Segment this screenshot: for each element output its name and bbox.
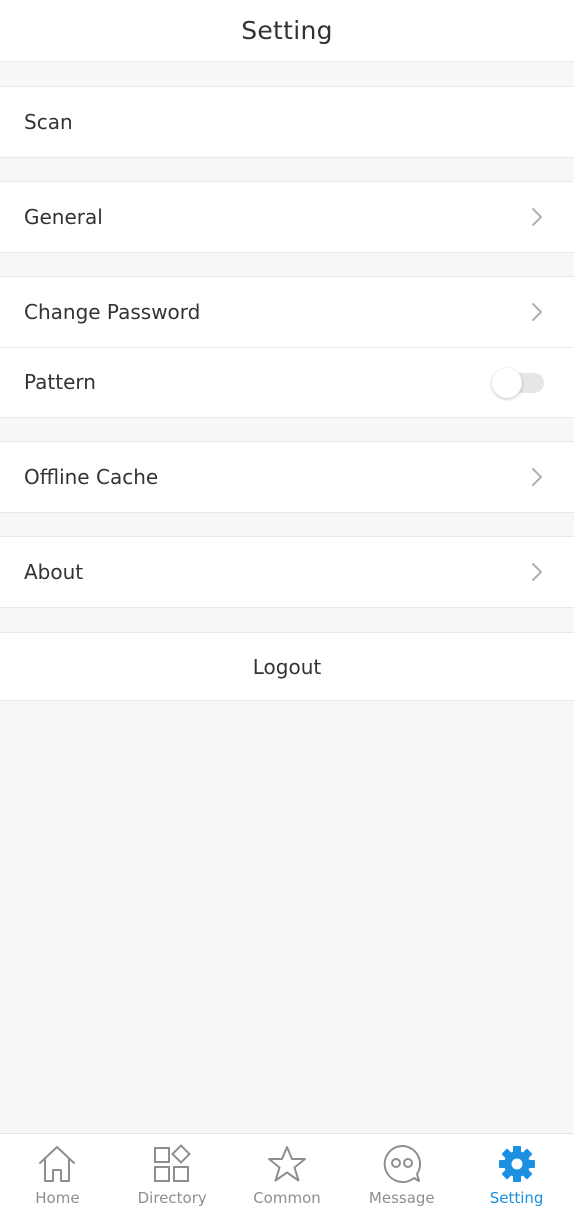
directory-icon — [154, 1144, 192, 1182]
group-scan: Scan — [0, 86, 574, 158]
change-password-row[interactable]: Change Password — [0, 277, 574, 347]
group-general: General — [0, 181, 574, 253]
tab-common[interactable]: Common — [230, 1134, 345, 1217]
tab-directory[interactable]: Directory — [115, 1134, 230, 1217]
change-password-label: Change Password — [24, 300, 201, 324]
general-row[interactable]: General — [0, 182, 574, 252]
home-icon — [39, 1146, 76, 1182]
tab-label: Setting — [489, 1189, 544, 1207]
tab-label: Directory — [137, 1189, 207, 1207]
top-bar: Setting — [0, 0, 574, 62]
pattern-label: Pattern — [24, 370, 96, 394]
star-icon — [267, 1146, 306, 1182]
about-row[interactable]: About — [0, 537, 574, 607]
tab-home[interactable]: Home — [0, 1134, 115, 1217]
group-about: About — [0, 536, 574, 608]
chevron-right-icon — [532, 208, 542, 226]
tab-label: Common — [253, 1189, 321, 1207]
settings-screen: Setting Scan General Change Password Pat… — [0, 0, 574, 1217]
about-label: About — [24, 560, 84, 584]
toggle-knob — [492, 368, 522, 398]
scan-row[interactable]: Scan — [0, 87, 574, 157]
chevron-right-icon — [532, 468, 542, 486]
group-offline-cache: Offline Cache — [0, 441, 574, 513]
tab-label: Home — [35, 1189, 80, 1207]
pattern-toggle[interactable] — [492, 368, 544, 398]
tab-setting[interactable]: Setting — [459, 1134, 574, 1217]
gear-icon — [498, 1146, 535, 1182]
general-label: General — [24, 205, 103, 229]
page-title: Setting — [241, 16, 333, 45]
scan-label: Scan — [24, 110, 73, 134]
pattern-row: Pattern — [0, 347, 574, 417]
tab-label: Message — [368, 1189, 435, 1207]
offline-cache-row[interactable]: Offline Cache — [0, 442, 574, 512]
message-icon — [383, 1144, 421, 1183]
chevron-right-icon — [532, 303, 542, 321]
logout-button[interactable]: Logout — [0, 632, 574, 701]
tab-message[interactable]: Message — [344, 1134, 459, 1217]
bottom-tab-bar: Home Directory Common Message Setting — [0, 1133, 574, 1217]
logout-label: Logout — [252, 654, 322, 679]
group-security: Change Password Pattern — [0, 276, 574, 418]
chevron-right-icon — [532, 563, 542, 581]
offline-cache-label: Offline Cache — [24, 465, 159, 489]
